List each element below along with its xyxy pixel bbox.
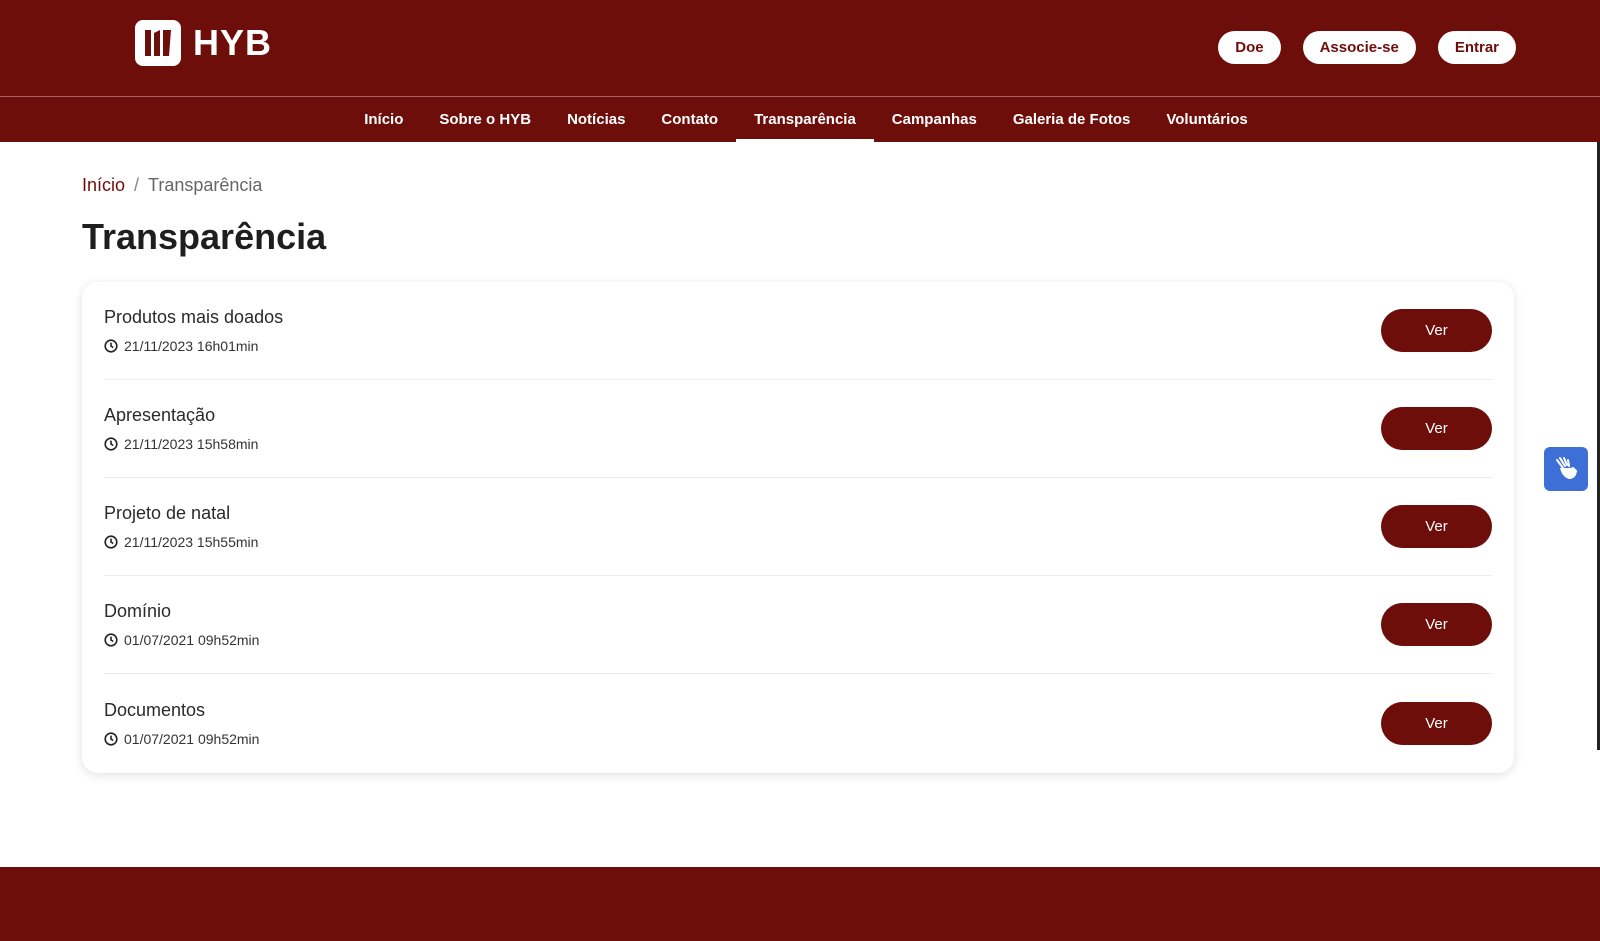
document-date: 01/07/2021 09h52min bbox=[104, 632, 259, 648]
breadcrumb: Início / Transparência bbox=[82, 175, 262, 196]
document-date-text: 01/07/2021 09h52min bbox=[124, 730, 260, 747]
breadcrumb-home-link[interactable]: Início bbox=[82, 175, 125, 195]
list-item: Documentos 01/07/2021 09h52min Ver bbox=[104, 674, 1492, 772]
nav-item-galeria[interactable]: Galeria de Fotos bbox=[995, 97, 1149, 142]
hyb-logo-icon bbox=[135, 20, 181, 66]
brand-logo[interactable]: HYB bbox=[135, 20, 272, 66]
document-date-text: 21/11/2023 16h01min bbox=[124, 338, 259, 354]
nav-item-campanhas[interactable]: Campanhas bbox=[874, 97, 995, 142]
document-title: Documentos bbox=[104, 699, 206, 720]
nav-item-voluntarios[interactable]: Voluntários bbox=[1148, 97, 1265, 142]
breadcrumb-separator: / bbox=[134, 175, 140, 195]
view-button[interactable]: Ver bbox=[1381, 701, 1492, 745]
breadcrumb-current: Transparência bbox=[148, 175, 263, 195]
document-date: 21/11/2023 15h58min bbox=[104, 436, 258, 452]
main-nav: Início Sobre o HYB Notícias Contato Tran… bbox=[0, 96, 1600, 142]
document-date-text: 21/11/2023 15h55min bbox=[124, 534, 259, 550]
list-item: Apresentação 21/11/2023 15h58min Ver bbox=[104, 380, 1492, 478]
document-date-text: 21/11/2023 15h58min bbox=[124, 436, 259, 452]
documents-list: Produtos mais doados 21/11/2023 16h01min… bbox=[82, 282, 1514, 773]
document-date: 01/07/2021 09h52min bbox=[104, 731, 259, 747]
brand-name: HYB bbox=[193, 22, 273, 63]
clock-icon bbox=[104, 339, 118, 353]
accessibility-widget-button[interactable] bbox=[1544, 447, 1588, 491]
nav-item-transparencia[interactable]: Transparência bbox=[736, 97, 874, 142]
donate-button[interactable]: Doe bbox=[1218, 31, 1281, 64]
view-button[interactable]: Ver bbox=[1381, 505, 1492, 548]
list-item: Projeto de natal 21/11/2023 15h55min Ver bbox=[104, 478, 1492, 576]
nav-item-sobre[interactable]: Sobre o HYB bbox=[421, 97, 549, 142]
clock-icon bbox=[104, 633, 118, 647]
page-title: Transparência bbox=[82, 216, 327, 257]
document-title: Projeto de natal bbox=[104, 503, 231, 523]
join-button[interactable]: Associe-se bbox=[1302, 31, 1416, 64]
top-header: HYB Doe Associe-se Entrar bbox=[0, 0, 1600, 96]
document-date: 21/11/2023 15h55min bbox=[104, 534, 258, 550]
view-button[interactable]: Ver bbox=[1381, 603, 1492, 646]
document-title: Apresentação bbox=[104, 405, 216, 425]
header-actions: Doe Associe-se Entrar bbox=[1218, 31, 1516, 64]
clock-icon bbox=[104, 437, 118, 451]
nav-item-inicio[interactable]: Início bbox=[346, 97, 421, 142]
list-item: Domínio 01/07/2021 09h52min Ver bbox=[104, 576, 1492, 674]
view-button[interactable]: Ver bbox=[1381, 407, 1492, 450]
document-title: Produtos mais doados bbox=[104, 307, 284, 327]
document-date-text: 01/07/2021 09h52min bbox=[124, 632, 260, 648]
nav-item-noticias[interactable]: Notícias bbox=[549, 97, 643, 142]
clock-icon bbox=[104, 731, 118, 746]
sign-language-icon bbox=[1556, 457, 1577, 479]
nav-item-contato[interactable]: Contato bbox=[643, 97, 736, 142]
clock-icon bbox=[104, 535, 118, 549]
document-date: 21/11/2023 16h01min bbox=[104, 338, 283, 354]
view-button[interactable]: Ver bbox=[1381, 309, 1492, 352]
document-title: Domínio bbox=[104, 601, 172, 621]
page-footer bbox=[0, 867, 1600, 941]
list-item: Produtos mais doados 21/11/2023 16h01min… bbox=[104, 282, 1492, 380]
login-button[interactable]: Entrar bbox=[1437, 31, 1516, 64]
